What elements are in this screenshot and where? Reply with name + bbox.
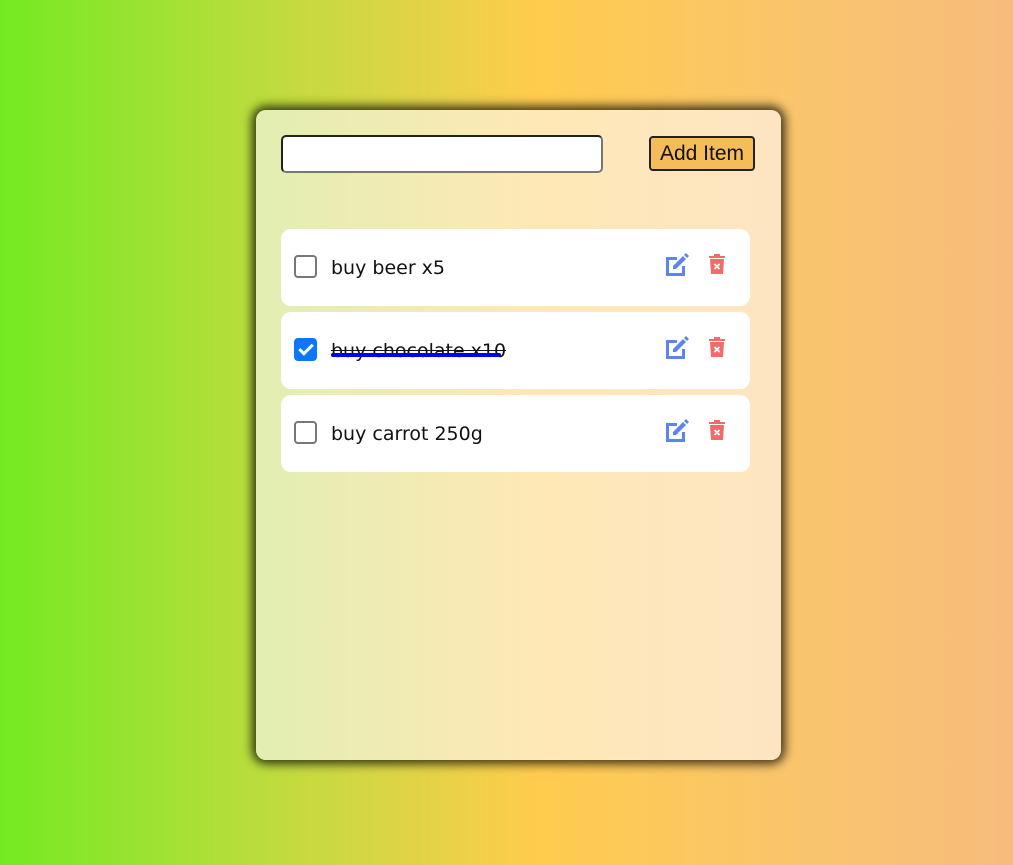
item-text: buy chocolate x10 (331, 340, 507, 362)
item-text: buy carrot 250g (331, 423, 483, 445)
item-checkbox[interactable] (294, 421, 317, 444)
add-item-button[interactable]: Add Item (649, 136, 755, 171)
item-text: buy beer x5 (331, 257, 446, 279)
list-item: buy chocolate x10 (281, 312, 750, 389)
list-item: buy beer x5 (281, 229, 750, 306)
edit-icon[interactable] (664, 252, 690, 278)
todo-list: buy beer x5 buy chocolate x10 buy carrot… (281, 229, 750, 478)
strikethrough-line (331, 353, 501, 357)
trash-icon[interactable] (709, 420, 725, 440)
trash-icon[interactable] (709, 254, 725, 274)
todo-card: Add Item buy beer x5 buy chocolate x10 b… (256, 110, 781, 760)
item-checkbox-checked[interactable] (294, 338, 317, 361)
item-checkbox[interactable] (294, 255, 317, 278)
edit-icon[interactable] (664, 418, 690, 444)
trash-icon[interactable] (709, 337, 725, 357)
list-item: buy carrot 250g (281, 395, 750, 472)
edit-icon[interactable] (664, 335, 690, 361)
new-item-input[interactable] (281, 135, 603, 173)
